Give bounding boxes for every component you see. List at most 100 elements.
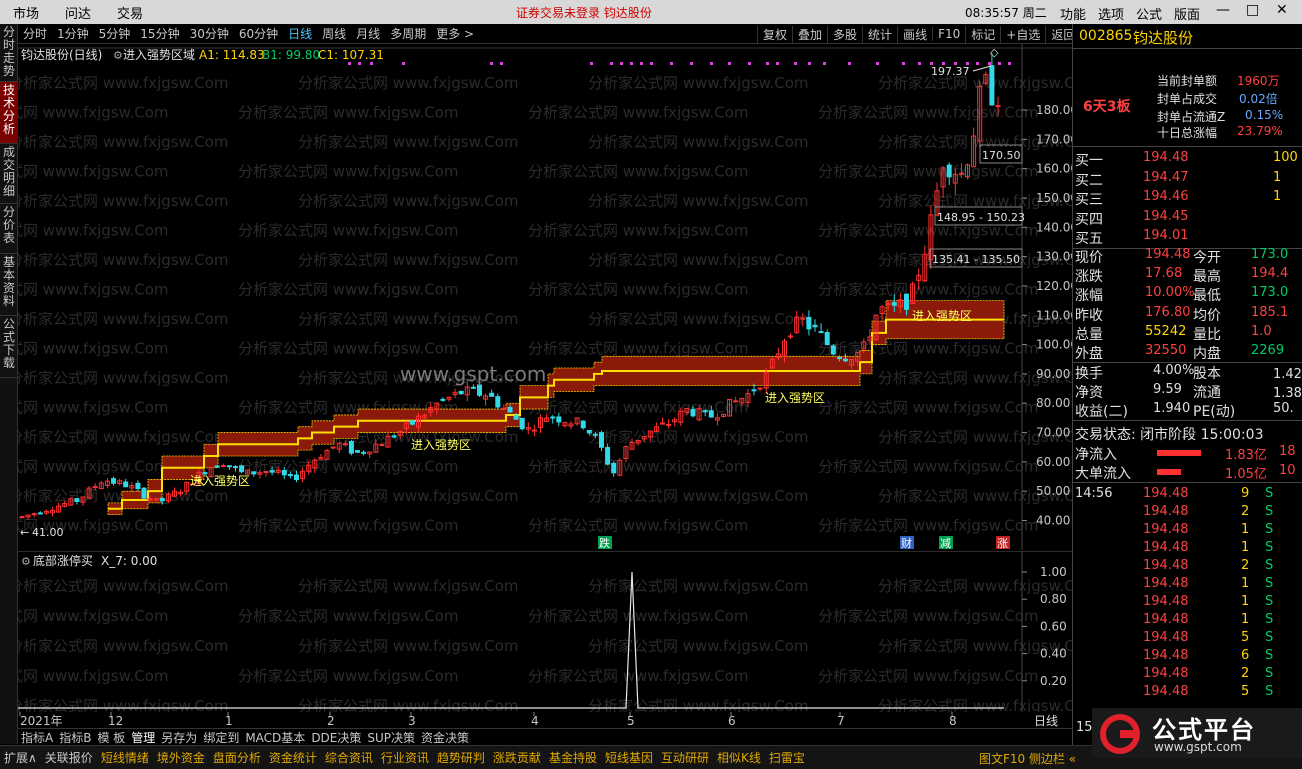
candle-body xyxy=(824,332,830,345)
menu-layout[interactable]: 版面 xyxy=(1174,4,1200,23)
period-15min[interactable]: 15分钟 xyxy=(135,25,184,42)
bind-tab[interactable]: 绑定到 xyxy=(200,729,242,746)
watermark-text: 分析家公式网 www.fxjgsw.Com xyxy=(298,637,519,655)
signal-dot xyxy=(728,62,731,65)
candle-body xyxy=(458,390,464,395)
period-30min[interactable]: 30分钟 xyxy=(185,25,234,42)
kline-chart[interactable]: 分析家公式网 www.fxjgsw.Com 分析家公式网 www.fxjgsw.C… xyxy=(18,44,1072,550)
period-weekly[interactable]: 周线 xyxy=(317,25,351,42)
stat-value-2: 194.4 xyxy=(1251,266,1289,282)
status-interact[interactable]: 互动研研 xyxy=(657,749,713,766)
tool-add-watch[interactable]: +自选 xyxy=(1000,25,1045,43)
status-industry-news[interactable]: 行业资讯 xyxy=(377,749,433,766)
menu-function[interactable]: 功能 xyxy=(1060,4,1086,23)
tab-basic-info[interactable]: 基本资料 xyxy=(0,254,18,316)
candle-body xyxy=(806,316,812,330)
tool-overlay[interactable]: 叠加 xyxy=(792,25,827,43)
maximize-icon[interactable]: □ xyxy=(1246,2,1259,18)
event-tag-label: 跌 xyxy=(599,536,610,550)
tool-stats[interactable]: 统计 xyxy=(862,25,897,43)
date-label: 6 xyxy=(728,714,736,728)
tab-deals[interactable]: 成交明细 xyxy=(0,144,18,204)
zone-label-4: 进入强势区 xyxy=(912,309,972,323)
fund-tab[interactable]: 资金决策 xyxy=(418,729,472,746)
status-fund-stats[interactable]: 资金统计 xyxy=(265,749,321,766)
signal-dot xyxy=(500,62,503,65)
period-more[interactable]: 更多 > xyxy=(431,25,479,42)
dde-tab[interactable]: DDE决策 xyxy=(308,729,364,746)
period-daily[interactable]: 日线 xyxy=(283,25,317,42)
status-contribution[interactable]: 涨跌贡献 xyxy=(489,749,545,766)
menu-options[interactable]: 选项 xyxy=(1098,4,1124,23)
tool-draw[interactable]: 画线 xyxy=(897,25,932,43)
level-box-1-label: 148.95 - 150.23 xyxy=(937,211,1025,224)
status-foreign[interactable]: 境外资金 xyxy=(153,749,209,766)
tick-flag: S xyxy=(1265,612,1274,627)
watermark-text: 分析家公式网 www.fxjgsw.Com xyxy=(18,637,229,655)
menu-wenda[interactable]: 问达 xyxy=(52,3,104,22)
tool-adjust[interactable]: 复权 xyxy=(757,25,792,43)
manage-tab[interactable]: 管理 xyxy=(128,729,158,746)
watermark-text: 分析家公式网 www.fxjgsw.Com xyxy=(18,163,169,181)
menu-formula[interactable]: 公式 xyxy=(1136,4,1162,23)
watermark-text: 分析家公式网 www.fxjgsw.Com xyxy=(588,192,809,210)
status-news[interactable]: 综合资讯 xyxy=(321,749,377,766)
tab-formula-download[interactable]: 公式下载 xyxy=(0,316,18,378)
candle-body xyxy=(135,482,141,490)
template-tab[interactable]: 模 板 xyxy=(94,729,128,746)
tab-price-table[interactable]: 分价表 xyxy=(0,204,18,254)
tool-f10[interactable]: F10 xyxy=(932,27,965,41)
menu-trade[interactable]: 交易 xyxy=(104,3,156,22)
status-gene[interactable]: 短线基因 xyxy=(601,749,657,766)
period-intraday[interactable]: 分时 xyxy=(18,25,52,42)
minimize-icon[interactable]: — xyxy=(1216,2,1230,18)
macd-tab[interactable]: MACD基本 xyxy=(242,729,308,746)
status-market-analysis[interactable]: 盘面分析 xyxy=(209,749,265,766)
candle-body xyxy=(379,444,385,447)
period-multi[interactable]: 多周期 xyxy=(385,25,431,42)
settings-icon[interactable]: ⚙ xyxy=(113,49,123,62)
clock: 08:35:57 周二 xyxy=(965,6,1047,20)
indicator-tab-b[interactable]: 指标B xyxy=(56,729,94,746)
tab-technical[interactable]: 技术分析 xyxy=(0,82,18,144)
sup-tab[interactable]: SUP决策 xyxy=(364,729,418,746)
status-trend[interactable]: 趋势研判 xyxy=(433,749,489,766)
menu-market[interactable]: 市场 xyxy=(0,3,52,22)
status-sidebar[interactable]: 图文F10 侧边栏 « xyxy=(975,750,1080,767)
event-tags: 跌财减涨 xyxy=(598,536,1010,550)
watermark-layer-2: 分析家公式网 www.fxjgsw.Com 分析家公式网 www.fxjgsw.C… xyxy=(18,577,1072,712)
sub-title: 底部涨停买 xyxy=(33,553,93,568)
candle-body xyxy=(611,462,617,474)
sub-indicator-chart[interactable]: 分析家公式网 www.fxjgsw.Com 分析家公式网 www.fxjgsw.C… xyxy=(18,551,1072,712)
stat2-label-2: 股本 xyxy=(1193,366,1221,382)
stat2-value: 4.00% xyxy=(1153,363,1195,378)
stat-value-2: 185.1 xyxy=(1251,304,1289,320)
period-1min[interactable]: 1分钟 xyxy=(52,25,94,42)
watermark-text: 分析家公式网 www.fxjgsw.Com xyxy=(238,163,459,181)
period-5min[interactable]: 5分钟 xyxy=(94,25,136,42)
signal-dot xyxy=(1008,62,1011,65)
flow-value: 1.05亿 xyxy=(1225,467,1267,482)
status-scan[interactable]: 扫雷宝 xyxy=(765,749,809,766)
period-monthly[interactable]: 月线 xyxy=(351,25,385,42)
candle-body xyxy=(391,435,397,438)
period-60min[interactable]: 60分钟 xyxy=(234,25,283,42)
tick-price: 194.48 xyxy=(1143,666,1189,681)
indicator-tab-a[interactable]: 指标A xyxy=(18,729,56,746)
sub-y-tick-label: 1.00 xyxy=(1040,565,1067,579)
close-icon[interactable]: ✕ xyxy=(1276,2,1288,18)
status-sentiment[interactable]: 短线情绪 xyxy=(97,749,153,766)
save-as-tab[interactable]: 另存为 xyxy=(158,729,200,746)
status-fund-holding[interactable]: 基金持股 xyxy=(545,749,601,766)
sub-settings-icon[interactable]: ⚙ xyxy=(21,555,31,568)
tool-multi[interactable]: 多股 xyxy=(827,25,862,43)
tab-intraday[interactable]: 分时走势 xyxy=(0,24,18,82)
status-related[interactable]: 关联报价 xyxy=(41,749,97,766)
tool-mark[interactable]: 标记 xyxy=(965,25,1000,43)
watermark-text: 分析家公式网 www.fxjgsw.Com xyxy=(528,281,749,299)
candle-body xyxy=(220,465,226,468)
watermark-text: 分析家公式网 www.fxjgsw.Com xyxy=(18,104,169,122)
status-expand[interactable]: 扩展∧ xyxy=(0,749,41,766)
status-similar-k[interactable]: 相似K线 xyxy=(713,749,765,766)
watermark-text: 分析家公式网 www.fxjgsw.Com xyxy=(298,133,519,151)
